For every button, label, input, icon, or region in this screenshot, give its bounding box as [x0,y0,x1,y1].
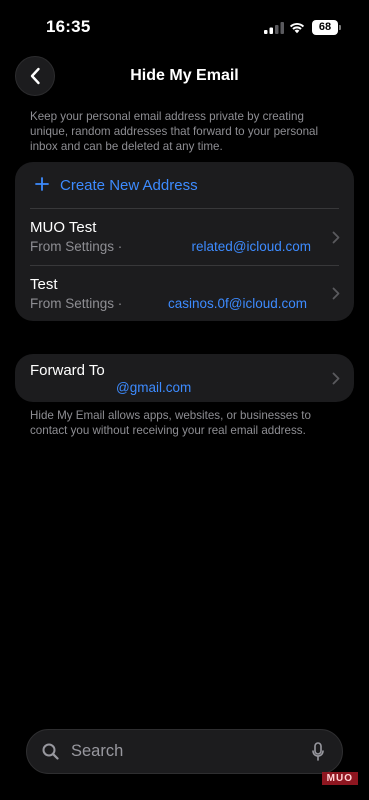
search-icon [42,743,59,760]
address-row[interactable]: MUO Test From Settings · related@icloud.… [15,209,354,265]
chevron-right-icon [332,287,340,300]
forward-to-email: @gmail.com [116,380,192,395]
forward-to-label: Forward To [30,362,105,379]
forward-to-row[interactable]: Forward To @gmail.com [15,354,354,402]
search-bar[interactable]: Search [26,729,343,774]
wifi-icon [289,22,305,34]
address-row[interactable]: Test From Settings · casinos.0f@icloud.c… [15,266,354,322]
status-bar: 16:35 68 [0,0,369,54]
address-email: casinos.0f@icloud.com [167,296,307,311]
addresses-card: Create New Address MUO Test From Setting… [15,162,354,321]
address-source: From Settings · [30,296,123,311]
footer-note: Hide My Email allows apps, websites, or … [30,409,311,437]
address-name: MUO Test [30,219,97,236]
battery-level: 68 [312,20,338,35]
status-time: 16:35 [46,17,91,36]
chevron-right-icon [332,231,340,244]
address-name: Test [30,276,58,293]
screen: 16:35 68 Hide My Email Keep your persona… [0,0,369,800]
mic-icon[interactable] [312,742,324,762]
signal-icon [264,22,284,34]
create-new-address-label: Create New Address [60,177,198,194]
search-placeholder: Search [71,742,124,760]
page-title: Hide My Email [130,67,239,84]
address-source: From Settings · [30,239,123,254]
address-email: related@icloud.com [191,239,311,254]
plus-icon [35,177,49,191]
chevron-right-icon [332,372,340,385]
create-new-address-button[interactable]: Create New Address [15,162,354,208]
battery-icon: 68 [312,20,342,35]
description-text: Keep your personal email address private… [30,110,319,153]
watermark-logo: MUO [321,772,358,785]
